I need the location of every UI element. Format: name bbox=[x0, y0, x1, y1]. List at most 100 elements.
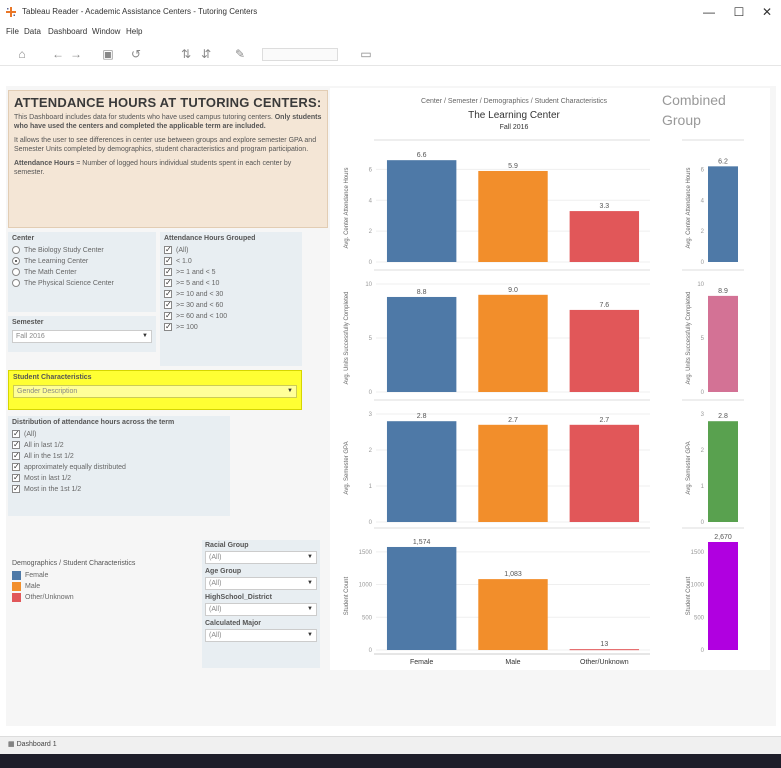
center-filter: Center The Biology Study Center The Lear… bbox=[8, 232, 156, 312]
distribution-option[interactable]: approximately equally distributed bbox=[12, 461, 226, 473]
menu-dashboard[interactable]: Dashboard bbox=[48, 27, 87, 36]
chevron-down-icon: ▼ bbox=[307, 580, 313, 586]
student-characteristics-dropdown[interactable]: Gender Description ▼ bbox=[13, 385, 297, 398]
combined-bar-value-label: 6.2 bbox=[718, 158, 728, 165]
attendance-hours-option[interactable]: >= 5 and < 10 bbox=[164, 277, 298, 289]
menu-window[interactable]: Window bbox=[92, 27, 120, 36]
racial-group-dropdown[interactable]: (All) ▼ bbox=[205, 551, 317, 564]
y-axis-label: Avg. Semester GPA bbox=[344, 441, 350, 494]
combined-y-tick-label: 0 bbox=[701, 260, 705, 266]
y-tick-label: 6 bbox=[369, 167, 373, 173]
distribution-option[interactable]: Most in last 1/2 bbox=[12, 472, 226, 484]
radio-icon[interactable] bbox=[12, 279, 20, 287]
highlight-dropdown[interactable] bbox=[262, 48, 338, 61]
chevron-down-icon: ▼ bbox=[307, 554, 313, 560]
menu-file[interactable]: File bbox=[6, 27, 19, 36]
checkbox-checked-icon[interactable] bbox=[12, 461, 20, 472]
distribution-option[interactable]: (All) bbox=[12, 428, 226, 440]
color-legend: Demographics / Student Characteristics F… bbox=[12, 560, 192, 620]
checkbox-checked-icon[interactable] bbox=[164, 321, 172, 332]
y-tick-label: 4 bbox=[369, 198, 373, 204]
checkbox-checked-icon[interactable] bbox=[12, 483, 20, 494]
checkbox-checked-icon[interactable] bbox=[164, 288, 172, 299]
menu-help[interactable]: Help bbox=[126, 27, 142, 36]
bar-value-label: 6.6 bbox=[417, 152, 427, 159]
checkbox-checked-icon[interactable] bbox=[164, 244, 172, 255]
highlight-icon[interactable]: ✎ bbox=[232, 46, 248, 62]
back-icon[interactable]: ← bbox=[50, 46, 66, 62]
sort-asc-icon[interactable]: ⇅ bbox=[178, 46, 194, 62]
chevron-down-icon: ▼ bbox=[307, 606, 313, 612]
home-icon[interactable]: ⌂ bbox=[14, 46, 30, 62]
combined-bar-value-label: 8.9 bbox=[718, 288, 728, 295]
checkbox-checked-icon[interactable] bbox=[164, 255, 172, 266]
combined-y-tick-label: 0 bbox=[701, 520, 705, 526]
bar-other-unknown bbox=[569, 649, 640, 651]
bar-other-unknown bbox=[569, 309, 640, 392]
calculated-major-dropdown[interactable]: (All) ▼ bbox=[205, 629, 317, 642]
combined-bar bbox=[708, 166, 738, 262]
checkbox-checked-icon[interactable] bbox=[12, 450, 20, 461]
y-tick-label: 500 bbox=[362, 615, 373, 621]
combined-bar bbox=[708, 421, 738, 522]
bar-value-label: 2.7 bbox=[508, 417, 518, 424]
distribution-option[interactable]: All in the 1st 1/2 bbox=[12, 450, 226, 462]
distribution-option[interactable]: Most in the 1st 1/2 bbox=[12, 483, 226, 495]
bar-value-label: 7.6 bbox=[599, 302, 609, 309]
bar-value-label: 9.0 bbox=[508, 287, 518, 294]
checkbox-checked-icon[interactable] bbox=[164, 266, 172, 277]
y-tick-label: 10 bbox=[365, 282, 372, 288]
undo-icon[interactable]: ↺ bbox=[128, 46, 144, 62]
attendance-hours-option[interactable]: < 1.0 bbox=[164, 255, 298, 267]
combined-y-axis-label: Avg. Center Attendance Hours bbox=[686, 168, 692, 249]
y-tick-label: 1 bbox=[369, 484, 373, 490]
y-tick-label: 2 bbox=[369, 229, 373, 235]
close-button[interactable]: ✕ bbox=[752, 4, 781, 20]
presentation-icon[interactable]: ▭ bbox=[358, 46, 374, 62]
center-option[interactable]: The Physical Science Center bbox=[12, 278, 152, 289]
combined-y-tick-label: 6 bbox=[701, 167, 705, 173]
save-icon[interactable]: ▣ bbox=[100, 46, 116, 62]
attendance-hours-option[interactable]: >= 60 and < 100 bbox=[164, 310, 298, 322]
radio-selected-icon[interactable] bbox=[12, 257, 20, 265]
radio-icon[interactable] bbox=[12, 246, 20, 254]
bar-female bbox=[386, 546, 457, 650]
checkbox-checked-icon[interactable] bbox=[12, 439, 20, 450]
checkbox-checked-icon[interactable] bbox=[164, 310, 172, 321]
attendance-hours-option[interactable]: (All) bbox=[164, 244, 298, 256]
os-taskbar bbox=[0, 754, 781, 768]
checkbox-checked-icon[interactable] bbox=[164, 277, 172, 288]
distribution-option[interactable]: All in last 1/2 bbox=[12, 439, 226, 451]
bar-other-unknown bbox=[569, 424, 640, 522]
semester-dropdown[interactable]: Fall 2016 ▼ bbox=[12, 330, 152, 343]
center-option[interactable]: The Math Center bbox=[12, 267, 152, 278]
maximize-button[interactable]: ☐ bbox=[724, 4, 754, 20]
menu-data[interactable]: Data bbox=[24, 27, 41, 36]
tab-dashboard-1[interactable]: ▦ Dashboard 1 bbox=[8, 740, 57, 748]
attendance-hours-option[interactable]: >= 1 and < 5 bbox=[164, 266, 298, 278]
highschool-district-dropdown[interactable]: (All) ▼ bbox=[205, 603, 317, 616]
attendance-hours-option[interactable]: >= 100 bbox=[164, 321, 298, 333]
age-group-dropdown[interactable]: (All) ▼ bbox=[205, 577, 317, 590]
center-option[interactable]: The Biology Study Center bbox=[12, 245, 152, 256]
combined-y-axis-label: Avg. Units Successfully Completed bbox=[686, 292, 692, 385]
legend-swatch bbox=[12, 593, 21, 602]
sort-desc-icon[interactable]: ⇵ bbox=[198, 46, 214, 62]
minimize-button[interactable]: — bbox=[694, 4, 724, 20]
y-tick-label: 3 bbox=[369, 412, 373, 418]
y-tick-label: 0 bbox=[369, 648, 373, 654]
y-tick-label: 0 bbox=[369, 520, 373, 526]
combined-y-tick-label: 500 bbox=[694, 615, 705, 621]
legend-item: Male bbox=[12, 581, 192, 592]
forward-icon[interactable]: → bbox=[68, 46, 84, 62]
checkbox-checked-icon[interactable] bbox=[164, 299, 172, 310]
checkbox-checked-icon[interactable] bbox=[12, 428, 20, 439]
distribution-filter: Distribution of attendance hours across … bbox=[8, 416, 230, 516]
center-option[interactable]: The Learning Center bbox=[12, 256, 152, 267]
attendance-hours-option[interactable]: >= 30 and < 60 bbox=[164, 299, 298, 311]
attendance-hours-option[interactable]: >= 10 and < 30 bbox=[164, 288, 298, 300]
chevron-down-icon: ▼ bbox=[142, 333, 148, 339]
radio-icon[interactable] bbox=[12, 268, 20, 276]
checkbox-checked-icon[interactable] bbox=[12, 472, 20, 483]
combined-y-tick-label: 1 bbox=[701, 484, 705, 490]
